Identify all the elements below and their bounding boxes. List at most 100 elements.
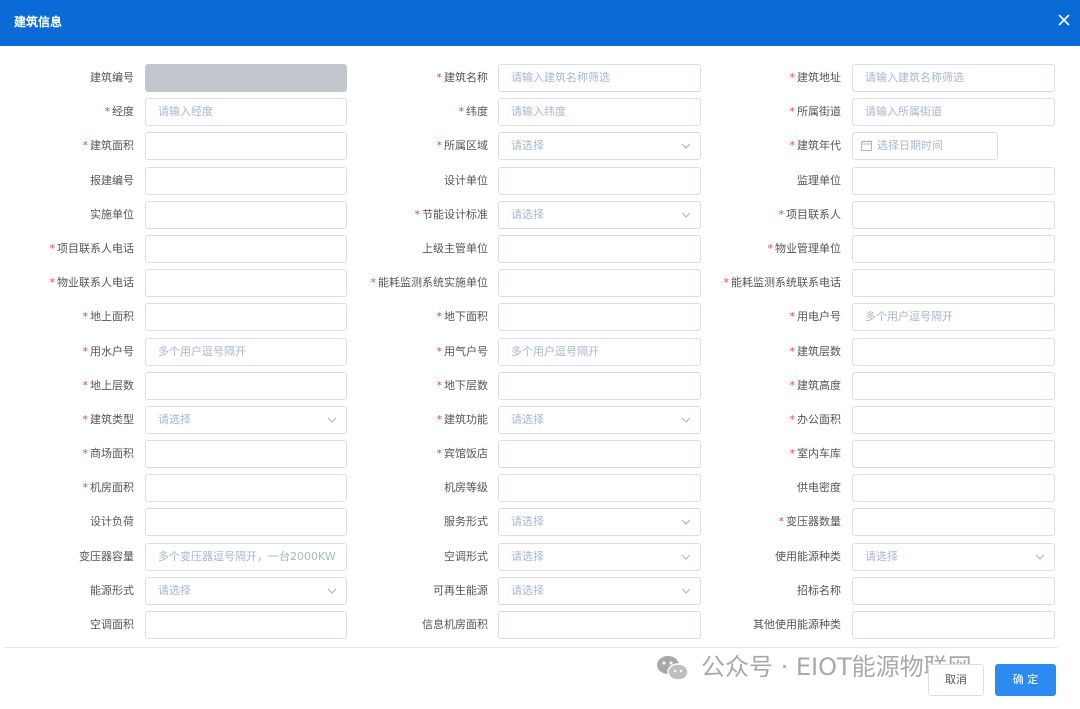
field-input[interactable]: 多个用户逗号隔开 (145, 338, 347, 366)
field-input[interactable] (498, 167, 701, 195)
field-select[interactable]: 请选择 (145, 577, 347, 605)
field-label: *商场面积 (83, 440, 135, 468)
field-select[interactable]: 请选择 (852, 543, 1055, 571)
field-input[interactable] (145, 132, 347, 160)
field-input[interactable]: 多个用户逗号隔开 (852, 303, 1055, 331)
field-input[interactable]: 多个变压器逗号隔开，一台2000KW (145, 543, 347, 571)
field-label: *用水户号 (83, 338, 135, 366)
required-marker: * (437, 413, 443, 426)
field-label: *项目联系人电话 (50, 235, 135, 263)
field-label: *机房面积 (83, 474, 135, 502)
required-marker: * (83, 139, 89, 152)
required-marker: * (83, 413, 89, 426)
chevron-down-icon (681, 587, 691, 595)
field-input[interactable] (145, 303, 347, 331)
required-marker: * (415, 208, 421, 221)
field-input[interactable] (145, 474, 347, 502)
field-input[interactable] (498, 440, 701, 468)
field-placeholder: 请选择 (511, 578, 692, 604)
field-select[interactable]: 请选择 (498, 201, 701, 229)
field-label: *办公面积 (790, 406, 842, 434)
chevron-down-icon (327, 587, 337, 595)
field-date-picker[interactable]: 选择日期时间 (852, 132, 998, 160)
required-marker: * (437, 447, 443, 460)
field-input[interactable] (852, 201, 1055, 229)
field-placeholder: 多个用户逗号隔开 (158, 339, 338, 365)
field-input[interactable] (498, 611, 701, 639)
field-select[interactable]: 请选择 (498, 577, 701, 605)
field-label: *物业管理单位 (768, 235, 842, 263)
field-placeholder: 请选择 (511, 544, 692, 570)
field-input[interactable] (852, 577, 1055, 605)
field-input[interactable] (145, 167, 347, 195)
form-row: *建筑面积*所属区域请选择*建筑年代选择日期时间 (0, 132, 1080, 166)
field-input[interactable] (145, 440, 347, 468)
field-input[interactable] (498, 269, 701, 297)
chevron-down-icon (681, 553, 691, 561)
required-marker: * (437, 71, 443, 84)
field-input[interactable] (145, 269, 347, 297)
form-row: 设计负荷服务形式请选择*变压器数量 (0, 508, 1080, 542)
field-input[interactable]: 请输入经度 (145, 98, 347, 126)
field-input[interactable] (852, 372, 1055, 400)
field-select[interactable]: 请选择 (498, 132, 701, 160)
field-input[interactable]: 请输入纬度 (498, 98, 701, 126)
field-placeholder: 多个用户逗号隔开 (511, 339, 692, 365)
field-input[interactable] (852, 611, 1055, 639)
field-label-text: 能源形式 (90, 584, 134, 597)
field-select[interactable]: 请选择 (145, 406, 347, 434)
field-label-text: 机房面积 (90, 481, 134, 494)
field-label: *用气户号 (437, 338, 489, 366)
field-label-text: 用电户号 (797, 310, 841, 323)
field-input[interactable] (852, 474, 1055, 502)
required-marker: * (790, 71, 796, 84)
chevron-down-icon (327, 416, 337, 424)
field-select[interactable]: 请选择 (498, 543, 701, 571)
field-label-text: 建筑功能 (444, 413, 488, 426)
field-select[interactable]: 请选择 (498, 406, 701, 434)
chevron-down-icon (681, 211, 691, 219)
field-label: *建筑名称 (437, 64, 489, 92)
required-marker: * (790, 105, 796, 118)
form-row: *用水户号多个用户逗号隔开*用气户号多个用户逗号隔开*建筑层数 (0, 338, 1080, 372)
field-input[interactable] (852, 406, 1055, 434)
field-input[interactable] (498, 303, 701, 331)
field-label-text: 变压器数量 (786, 515, 841, 528)
field-input[interactable] (498, 474, 701, 502)
field-label-text: 设计负荷 (90, 515, 134, 528)
form-row: 能源形式请选择可再生能源请选择招标名称 (0, 577, 1080, 611)
field-label: 变压器容量 (79, 543, 134, 571)
field-input[interactable] (852, 235, 1055, 263)
field-label: *能耗监测系统实施单位 (371, 269, 489, 297)
close-icon[interactable] (1056, 12, 1072, 28)
field-input[interactable]: 请输入建筑名称筛选 (852, 64, 1055, 92)
field-input[interactable] (852, 167, 1055, 195)
field-label-text: 机房等级 (444, 481, 488, 494)
field-label: *室内车库 (790, 440, 842, 468)
field-input[interactable] (852, 508, 1055, 536)
field-input[interactable] (145, 201, 347, 229)
field-input[interactable] (852, 338, 1055, 366)
cancel-button[interactable]: 取消 (928, 664, 984, 696)
field-input[interactable]: 多个用户逗号隔开 (498, 338, 701, 366)
field-select[interactable]: 请选择 (498, 508, 701, 536)
required-marker: * (83, 447, 89, 460)
field-label: *节能设计标准 (415, 201, 489, 229)
field-input[interactable] (145, 508, 347, 536)
field-label-text: 地上面积 (90, 310, 134, 323)
field-input[interactable] (498, 372, 701, 400)
confirm-button[interactable]: 确 定 (995, 664, 1056, 696)
field-input[interactable]: 请输入所属街道 (852, 98, 1055, 126)
field-input-disabled (145, 64, 347, 92)
field-placeholder: 多个变压器逗号隔开，一台2000KW (158, 544, 338, 570)
field-input[interactable] (145, 235, 347, 263)
field-input[interactable]: 请输入建筑名称筛选 (498, 64, 701, 92)
field-input[interactable] (498, 235, 701, 263)
field-label: 上级主管单位 (422, 235, 488, 263)
field-input[interactable] (145, 372, 347, 400)
field-placeholder: 请输入纬度 (511, 99, 692, 125)
field-input[interactable] (145, 611, 347, 639)
field-input[interactable] (852, 269, 1055, 297)
field-input[interactable] (852, 440, 1055, 468)
field-placeholder: 选择日期时间 (877, 133, 989, 159)
